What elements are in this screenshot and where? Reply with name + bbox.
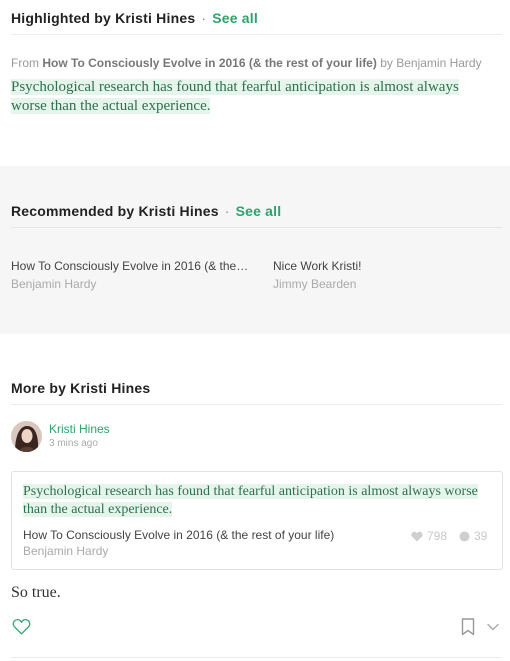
highlighted-header: Highlighted by Kristi Hines · See all <box>11 10 258 26</box>
by-label: by <box>380 56 393 70</box>
card-story-author: Benjamin Hardy <box>23 544 109 558</box>
more-options-button[interactable] <box>486 620 500 638</box>
response-text: So true. <box>11 584 61 601</box>
source-author-link[interactable]: Benjamin Hardy <box>396 56 481 70</box>
from-label: From <box>11 56 39 70</box>
recommended-item-author: Jimmy Bearden <box>273 277 357 291</box>
response-count-value: 39 <box>474 529 488 543</box>
heart-icon <box>411 531 423 541</box>
separator-dot: · <box>201 10 207 26</box>
response-count: 39 <box>459 529 487 543</box>
source-story-link[interactable]: How To Consciously Evolve in 2016 (& the… <box>42 56 377 70</box>
recommended-item[interactable]: How To Consciously Evolve in 2016 (& the… <box>11 259 251 291</box>
recommended-item-title: How To Consciously Evolve in 2016 (& the… <box>11 259 249 273</box>
card-quote: Psychological research has found that fe… <box>23 483 482 519</box>
divider <box>11 657 502 658</box>
recommended-item[interactable]: Nice Work Kristi! Jimmy Bearden <box>273 259 510 291</box>
recommend-count: 798 <box>411 529 447 543</box>
heart-icon <box>12 619 31 635</box>
more-title: More by Kristi Hines <box>11 380 151 396</box>
divider <box>11 404 502 405</box>
recommended-item-author: Benjamin Hardy <box>11 277 97 291</box>
separator-dot: · <box>224 203 230 219</box>
more-header: More by Kristi Hines <box>11 380 150 396</box>
card-quote-text: Psychological research has found that fe… <box>23 484 478 517</box>
bookmark-icon <box>461 618 475 636</box>
avatar[interactable] <box>11 421 42 452</box>
response-bubble-icon <box>459 531 470 541</box>
highlight-source-line: From How To Consciously Evolve in 2016 (… <box>11 56 482 70</box>
bookmark-button[interactable] <box>461 618 475 641</box>
highlight-quote-text: Psychological research has found that fe… <box>11 79 459 114</box>
recommended-title: Recommended by Kristi Hines <box>11 203 219 219</box>
recommended-item-title: Nice Work Kristi! <box>273 259 362 273</box>
recommended-header: Recommended by Kristi Hines · See all <box>11 203 281 219</box>
recommend-count-value: 798 <box>427 529 448 543</box>
post-author-link[interactable]: Kristi Hines <box>49 422 110 436</box>
recommended-panel <box>0 166 510 334</box>
chevron-down-icon <box>487 623 499 631</box>
recommend-button[interactable] <box>12 618 31 640</box>
highlight-quote[interactable]: Psychological research has found that fe… <box>11 78 490 116</box>
recommended-see-all-link[interactable]: See all <box>236 203 282 219</box>
card-story-title: How To Consciously Evolve in 2016 (& the… <box>23 528 335 542</box>
highlighted-title: Highlighted by Kristi Hines <box>11 10 196 26</box>
divider <box>11 34 502 35</box>
quoted-story-card[interactable]: Psychological research has found that fe… <box>11 471 503 570</box>
post-timestamp: 3 mins ago <box>49 438 98 449</box>
divider <box>11 227 502 228</box>
highlighted-see-all-link[interactable]: See all <box>212 10 258 26</box>
